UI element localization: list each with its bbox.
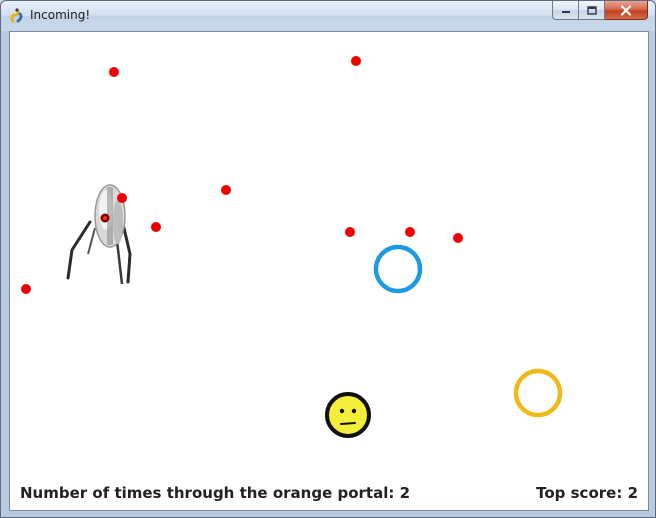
- minimize-icon: [561, 11, 570, 13]
- projectile: [405, 227, 415, 237]
- title-bar[interactable]: Incoming!: [1, 1, 655, 30]
- window-controls: [552, 1, 648, 21]
- game-window: Incoming! Number of times through the or…: [0, 0, 656, 518]
- smiley-face-icon: [325, 392, 371, 438]
- minimize-button[interactable]: [552, 1, 579, 20]
- blue-portal: [373, 244, 423, 294]
- portal-count-label: Number of times through the orange porta…: [20, 484, 395, 502]
- projectile: [351, 56, 361, 66]
- maximize-icon: [586, 5, 597, 15]
- top-score-value: 2: [627, 484, 638, 502]
- projectile: [453, 233, 463, 243]
- projectiles: [21, 56, 463, 294]
- portal-count-value: 2: [399, 484, 411, 502]
- portal-count-display: Number of times through the orange porta…: [20, 484, 410, 502]
- projectile: [151, 222, 161, 232]
- projectile: [109, 67, 119, 77]
- close-button[interactable]: [605, 1, 648, 20]
- orange-portal: [513, 368, 563, 418]
- game-scene: [21, 56, 563, 438]
- projectile: [117, 193, 127, 203]
- projectile: [21, 284, 31, 294]
- window-title: Incoming!: [30, 8, 91, 22]
- projectile: [345, 227, 355, 237]
- projectile: [221, 185, 231, 195]
- maximize-button[interactable]: [579, 1, 605, 20]
- pygame-snake-icon: [10, 8, 23, 23]
- top-score-display: Top score: 2: [536, 484, 638, 502]
- top-score-label: Top score:: [536, 484, 623, 502]
- game-canvas[interactable]: Number of times through the orange porta…: [9, 31, 649, 511]
- close-icon: [620, 4, 632, 16]
